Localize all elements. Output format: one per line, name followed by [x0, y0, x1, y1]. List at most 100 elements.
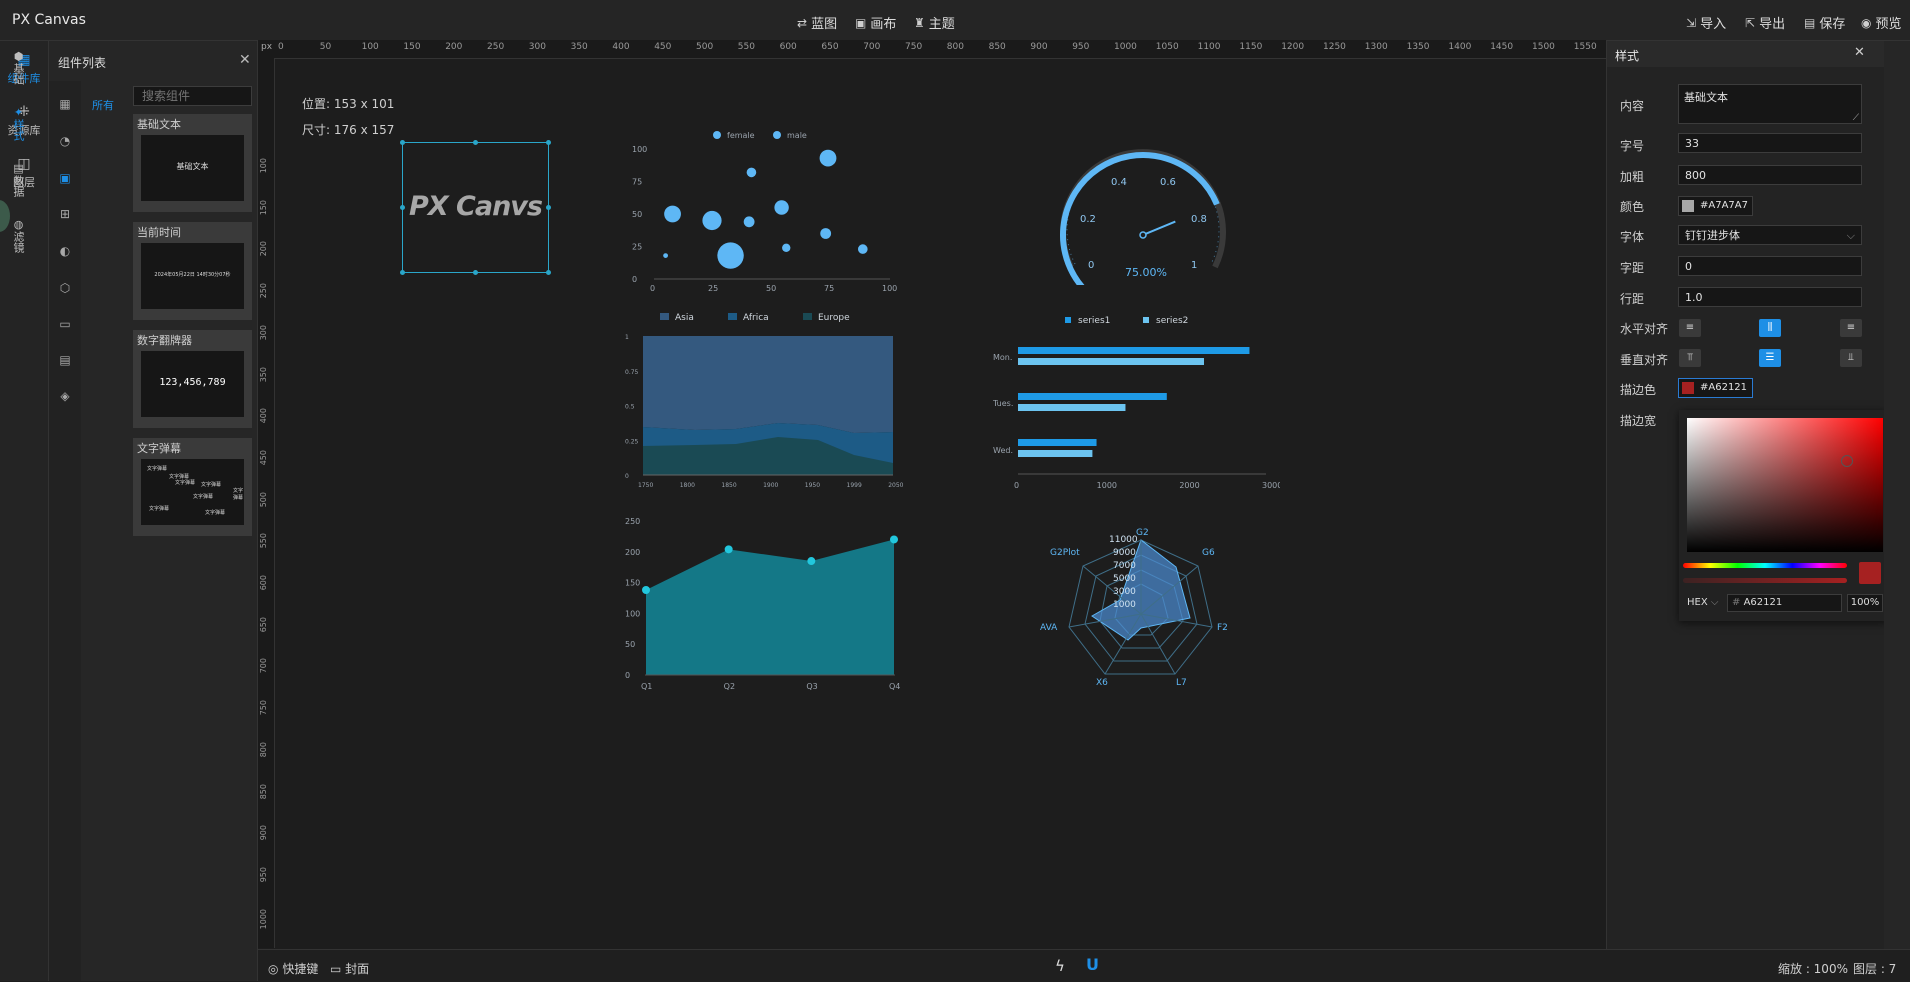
align-center-button[interactable]: ⫼: [1759, 319, 1781, 337]
resize-handle[interactable]: [546, 270, 551, 275]
resize-handle[interactable]: [546, 140, 551, 145]
color-mode-select[interactable]: HEX ⌵: [1687, 597, 1718, 608]
area-y-tick: 200: [625, 548, 640, 557]
category-all-icon[interactable]: ▦: [58, 97, 72, 111]
component-card-barrage[interactable]: 文字弹幕 文字弹幕 文字弹幕 文字弹幕 文字弹幕 文字弹幕 文字弹幕 文字弹幕 …: [133, 438, 252, 536]
valign-middle-button[interactable]: ☰: [1759, 349, 1781, 367]
font-family-select[interactable]: 钉钉进步体 ⌵: [1678, 225, 1862, 245]
resize-handle[interactable]: [546, 205, 551, 210]
radar-ring-label: 1000: [1113, 600, 1136, 610]
barrage-preview: 文字弹幕 文字弹幕 文字弹幕 文字弹幕 文字弹幕 文字弹幕 文字弹幕 文字弹幕: [141, 459, 244, 525]
color-picker-field[interactable]: #A7A7A7: [1678, 196, 1753, 216]
close-icon[interactable]: ✕: [239, 52, 251, 68]
gauge-tick-0: 0: [1088, 260, 1094, 271]
shortcuts-button[interactable]: ◎ 快捷键: [268, 960, 318, 977]
category-text-icon[interactable]: ▣: [58, 171, 72, 185]
color-picker-popup: HEX ⌵ # A62121 100%: [1679, 410, 1887, 621]
category-all-tab[interactable]: 所有: [92, 97, 114, 113]
ruler-top-tick: 1500: [1532, 42, 1555, 52]
ruler-left-tick: 500: [259, 491, 268, 507]
tab-filter[interactable]: ◍滤镜: [0, 218, 26, 253]
legend-female: female: [727, 131, 755, 140]
alpha-slider[interactable]: [1683, 578, 1847, 583]
area-y-tick: 150: [625, 579, 640, 588]
letter-spacing-input[interactable]: 0: [1678, 256, 1862, 276]
style-close-icon[interactable]: ✕: [1854, 45, 1865, 60]
blueprint-button[interactable]: ⇄ 蓝图: [797, 13, 837, 33]
radar-axis-l7: L7: [1176, 678, 1187, 688]
tab-basic[interactable]: ⬢基础: [0, 50, 26, 85]
selected-text-widget[interactable]: PX Canvs: [400, 140, 551, 275]
tab-data[interactable]: ▤数据: [0, 162, 26, 197]
area-chart[interactable]: 0 50 100 150 200 250 Q1 Q2 Q3 Q4: [625, 513, 905, 693]
color-preview-swatch: [1859, 562, 1881, 584]
saturation-cursor[interactable]: [1841, 455, 1853, 467]
radar-ring-label: 7000: [1113, 561, 1136, 571]
category-frame-icon[interactable]: ▤: [58, 353, 72, 367]
resize-handle[interactable]: [473, 140, 478, 145]
font-weight-input[interactable]: 800: [1678, 165, 1862, 185]
area-asia: [643, 336, 893, 433]
content-textarea[interactable]: 基础文本 ⟋: [1678, 84, 1862, 124]
component-card-basic-text[interactable]: 基础文本 基础文本: [133, 114, 252, 212]
size-readout: 尺寸: 176 x 157: [302, 123, 395, 137]
category-chart-icon[interactable]: ◔: [58, 134, 72, 148]
ruler-top-tick: 250: [487, 42, 505, 52]
align-left-button[interactable]: ≡: [1679, 319, 1701, 337]
area-y-tick: 50: [625, 640, 635, 649]
horizontal-bar-chart[interactable]: series1 series2 Mon. Tues. Wed. 0 1000 200…: [985, 305, 1280, 495]
ruler-top-tick: 700: [863, 42, 881, 52]
category-palette-icon[interactable]: ◐: [58, 244, 72, 258]
export-button[interactable]: ⇱ 导出: [1745, 13, 1785, 33]
ruler-top-tick: 1450: [1490, 42, 1514, 52]
resize-grip-icon[interactable]: ⟋: [1853, 113, 1859, 123]
magnet-icon[interactable]: U: [1086, 955, 1099, 974]
saturation-area[interactable]: [1687, 418, 1883, 552]
cover-button[interactable]: ▭ 封面: [330, 960, 369, 977]
category-3d-icon[interactable]: ⬡: [58, 281, 72, 295]
component-card-current-time[interactable]: 当前时间 2024年05月22日 14时30分07秒: [133, 222, 252, 320]
ruler-top-tick: 1050: [1155, 42, 1179, 52]
gauge-chart[interactable]: 0 0.2 0.4 0.6 0.8 1 75.00%: [1048, 140, 1238, 285]
save-button[interactable]: ▤ 保存: [1804, 13, 1845, 33]
valign-top-button[interactable]: ⫪: [1679, 349, 1701, 367]
component-card-number-flip[interactable]: 数字翻牌器 123,456,789: [133, 330, 252, 428]
gauge-needle: [1142, 220, 1176, 236]
tab-style[interactable]: ✦样式: [0, 106, 26, 141]
resize-handle[interactable]: [473, 270, 478, 275]
font-size-input[interactable]: 33: [1678, 133, 1862, 153]
bubble-chart[interactable]: female male 0 25 50 75 100 0 25 50 75 100: [630, 125, 900, 295]
resize-handle[interactable]: [400, 270, 405, 275]
component-search-input[interactable]: [133, 86, 252, 106]
radar-chart[interactable]: G2 G6 F2 L7 X6 AVA G2Plot 11000 9000 700…: [1040, 510, 1240, 690]
bar-category-tues: Tues.: [992, 399, 1013, 408]
hex-input[interactable]: # A62121: [1727, 594, 1842, 612]
area-point: [890, 535, 898, 544]
alpha-input[interactable]: 100%: [1847, 594, 1883, 612]
import-button[interactable]: ⇲ 导入: [1686, 13, 1726, 33]
theme-button[interactable]: ♜ 主题: [914, 13, 955, 33]
stacked-area-chart[interactable]: Asia Africa Europe 0 0.25 0.5 0.75 1 1750 180…: [625, 305, 905, 490]
ruler-top-tick: 550: [737, 42, 755, 52]
preview-button[interactable]: ◉ 预览: [1861, 13, 1902, 33]
category-map-icon[interactable]: ⊞: [58, 207, 72, 221]
canvas-button[interactable]: ▣ 画布: [855, 13, 896, 33]
bubble-y-tick: 25: [632, 243, 642, 252]
align-right-button[interactable]: ≡: [1840, 319, 1862, 337]
category-media-icon[interactable]: ▭: [58, 317, 72, 331]
area-y-tick: 250: [625, 517, 640, 526]
stack-y-tick: 0.25: [625, 438, 639, 445]
stroke-color-field[interactable]: #A62121: [1678, 378, 1753, 398]
valign-bottom-button[interactable]: ⫫: [1840, 349, 1862, 367]
line-height-input[interactable]: 1.0: [1678, 287, 1862, 307]
resize-handle[interactable]: [400, 205, 405, 210]
category-other-icon[interactable]: ◈: [58, 389, 72, 403]
radar-axis-f2: F2: [1217, 623, 1228, 633]
resize-handle[interactable]: [400, 140, 405, 145]
ruler-top-tick: 200: [445, 42, 463, 52]
area-point: [642, 585, 650, 594]
hue-slider[interactable]: [1683, 563, 1847, 568]
stack-y-tick: 0: [625, 473, 629, 480]
ruler-left-tick: 250: [259, 283, 268, 299]
lightning-icon[interactable]: ϟ: [1055, 957, 1065, 975]
